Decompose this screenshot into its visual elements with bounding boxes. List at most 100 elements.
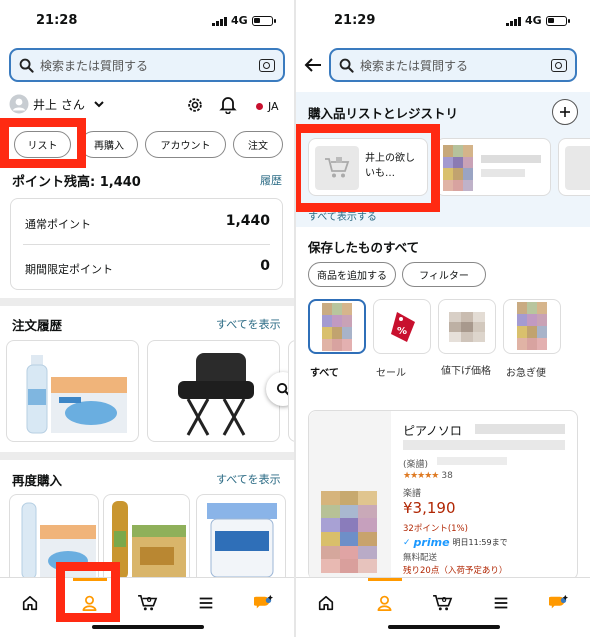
camera-search-icon[interactable]: [259, 58, 275, 72]
rebuy-item-tea[interactable]: [103, 494, 190, 584]
limited-points-value: 0: [260, 258, 270, 274]
rating[interactable]: ★★★★★ 38: [403, 471, 453, 481]
orders-title: 注文履歴: [12, 318, 63, 333]
registry-list-card-3[interactable]: [558, 138, 590, 196]
tab-orders[interactable]: 注文: [233, 131, 283, 158]
chip-price-drop-label: 値下げ価格: [441, 366, 491, 377]
left-screen: 21:28 4G 検索または質問する 井上 さん JA リスト 再購入 アカウン…: [0, 0, 294, 637]
cart-icon[interactable]: 0: [137, 594, 159, 612]
order-item-water[interactable]: [6, 340, 139, 442]
avatar-icon: [9, 94, 29, 114]
battery-icon: [545, 15, 570, 26]
tab-account[interactable]: アカウント: [145, 131, 226, 158]
blurred-text: [481, 169, 525, 177]
menu-icon[interactable]: [197, 594, 215, 612]
search-icon: [19, 58, 34, 73]
blurred-title: [403, 440, 565, 450]
tea-box-image: [112, 501, 186, 579]
language-label: JA: [268, 100, 279, 113]
blurred-author: [437, 457, 507, 465]
home-indicator: [388, 625, 500, 629]
rebuy-item-dehumidifier[interactable]: [196, 494, 286, 584]
points-history-link[interactable]: 履歴: [260, 172, 282, 188]
shipping-info: 無料配送: [403, 553, 438, 563]
chip-sale[interactable]: %: [373, 299, 431, 354]
search-placeholder: 検索または質問する: [40, 58, 149, 73]
active-tab-indicator: [73, 578, 107, 581]
points-card: 通常ポイント 1,440 期間限定ポイント 0: [10, 198, 283, 290]
add-item-button[interactable]: 商品を追加する: [308, 262, 396, 287]
search-icon: [339, 58, 354, 73]
flag-icon: [256, 103, 263, 110]
dehumidifier-image: [207, 503, 277, 578]
blurred-text: [481, 155, 541, 163]
account-switcher[interactable]: 井上 さん: [9, 94, 105, 114]
rebuy-title: 再度購入: [12, 473, 63, 488]
list-thumbnail-blurred: [443, 145, 473, 191]
chair-backpack-image: [178, 353, 254, 436]
filter-button[interactable]: フィルター: [402, 262, 486, 287]
chip-price-drop[interactable]: [438, 299, 496, 354]
search-placeholder: 検索または質問する: [360, 58, 469, 73]
tab-rebuy[interactable]: 再購入: [80, 131, 138, 158]
signal-icon: [212, 16, 227, 26]
network-label: 4G: [525, 14, 542, 27]
menu-icon[interactable]: [492, 594, 510, 612]
bottom-nav: 0: [296, 577, 590, 637]
signal-icon: [506, 16, 521, 26]
saved-product-card[interactable]: ピアノソロ (楽譜) ★★★★★ 38 楽譜 ¥3,190 32ポイント(1%)…: [308, 410, 578, 581]
prime-check-icon: ✓: [403, 537, 411, 548]
registry-title: 購入品リストとレジストリ: [308, 106, 459, 121]
bell-icon[interactable]: [219, 95, 237, 114]
status-indicators: 4G: [506, 14, 570, 27]
search-bar[interactable]: 検索または質問する: [329, 48, 577, 82]
chip-all-label: すべて: [310, 368, 339, 379]
list-thumbnail: [565, 146, 590, 190]
chip-all[interactable]: [308, 299, 366, 354]
status-time: 21:28: [36, 13, 78, 28]
status-time: 21:29: [334, 13, 376, 28]
user-name: 井上 さん: [33, 97, 85, 112]
sale-tag-icon: %: [391, 312, 415, 342]
search-bar[interactable]: 検索または質問する: [9, 48, 285, 82]
svg-text:0: 0: [147, 595, 152, 604]
status-indicators: 4G: [212, 14, 276, 27]
registry-list-card-2[interactable]: [436, 138, 551, 196]
registry-show-all-link[interactable]: すべて表示する: [308, 208, 377, 223]
assistant-icon[interactable]: [254, 594, 274, 612]
prime-delivery: ✓ prime 明日11:59まで: [403, 536, 508, 549]
rebuy-item-water[interactable]: [9, 494, 99, 584]
water-box-image: [21, 502, 96, 580]
delivery-date: 明日11:59まで: [452, 538, 508, 547]
points-title: ポイント残高: 1,440: [12, 175, 141, 190]
chip-fast-delivery[interactable]: [503, 299, 561, 354]
wishlist-card[interactable]: 井上の欲しいも…: [308, 138, 428, 196]
orders-view-all-link[interactable]: すべてを表示: [216, 316, 281, 332]
chip-sale-label: セール: [376, 368, 406, 379]
section-separator: [0, 452, 294, 460]
tab-list[interactable]: リスト: [14, 131, 71, 158]
order-item-chair[interactable]: [147, 340, 280, 442]
product-points: 32ポイント(1%): [403, 524, 468, 534]
account-icon[interactable]: [375, 594, 394, 613]
regular-points-value: 1,440: [225, 213, 270, 229]
camera-search-icon[interactable]: [551, 58, 567, 72]
status-bar: 21:28 4G: [0, 0, 294, 40]
home-icon[interactable]: [317, 594, 335, 612]
battery-icon: [251, 15, 276, 26]
cart-icon[interactable]: 0: [432, 594, 454, 612]
stock-info: 残り20点（入荷予定あり）: [403, 566, 508, 576]
rating-count: 38: [441, 471, 453, 481]
product-title: ピアノソロ: [403, 424, 462, 438]
product-price: ¥3,190: [403, 499, 456, 517]
regular-points-label: 通常ポイント: [25, 218, 91, 231]
home-icon[interactable]: [21, 594, 39, 612]
add-list-button[interactable]: [552, 99, 578, 125]
account-icon[interactable]: [80, 594, 99, 613]
back-arrow-icon[interactable]: [304, 57, 322, 73]
gear-icon[interactable]: [186, 96, 204, 114]
bottom-nav: 0: [0, 577, 294, 637]
assistant-icon[interactable]: [549, 594, 569, 612]
rebuy-view-all-link[interactable]: すべてを表示: [216, 471, 281, 487]
language-switch[interactable]: JA: [256, 100, 279, 113]
